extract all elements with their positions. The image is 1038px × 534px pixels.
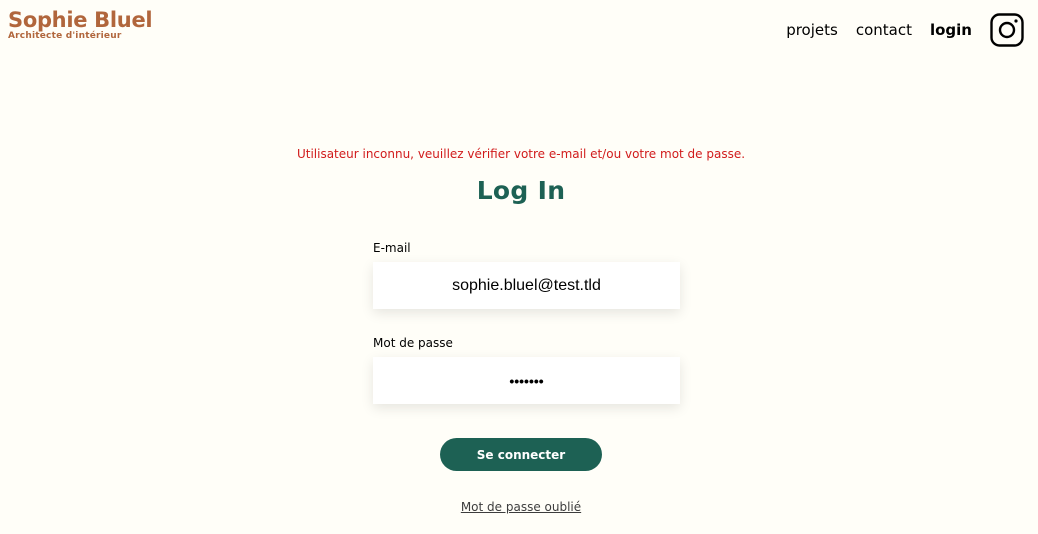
brand-logo[interactable]: Sophie Bluel Architecte d'intérieur <box>8 8 153 41</box>
email-input[interactable] <box>373 262 680 309</box>
nav-link-login[interactable]: login <box>930 21 972 39</box>
email-label: E-mail <box>373 241 411 255</box>
nav-link-projets[interactable]: projets <box>786 21 838 39</box>
instagram-icon[interactable] <box>990 13 1024 47</box>
login-title: Log In <box>476 176 566 205</box>
brand-name: Sophie Bluel <box>8 8 153 32</box>
nav-link-contact[interactable]: contact <box>856 21 912 39</box>
login-submit-button[interactable]: Se connecter <box>440 438 602 471</box>
login-error-message: Utilisateur inconnu, veuillez vérifier v… <box>296 147 746 161</box>
password-label: Mot de passe <box>373 336 453 350</box>
password-input[interactable] <box>373 357 680 404</box>
main-nav: projets contact login <box>768 0 1024 60</box>
brand-subtitle: Architecte d'intérieur <box>8 31 122 41</box>
forgot-password-link[interactable]: Mot de passe oublié <box>0 500 1038 514</box>
site-header: Sophie Bluel Architecte d'intérieur proj… <box>0 0 1038 60</box>
